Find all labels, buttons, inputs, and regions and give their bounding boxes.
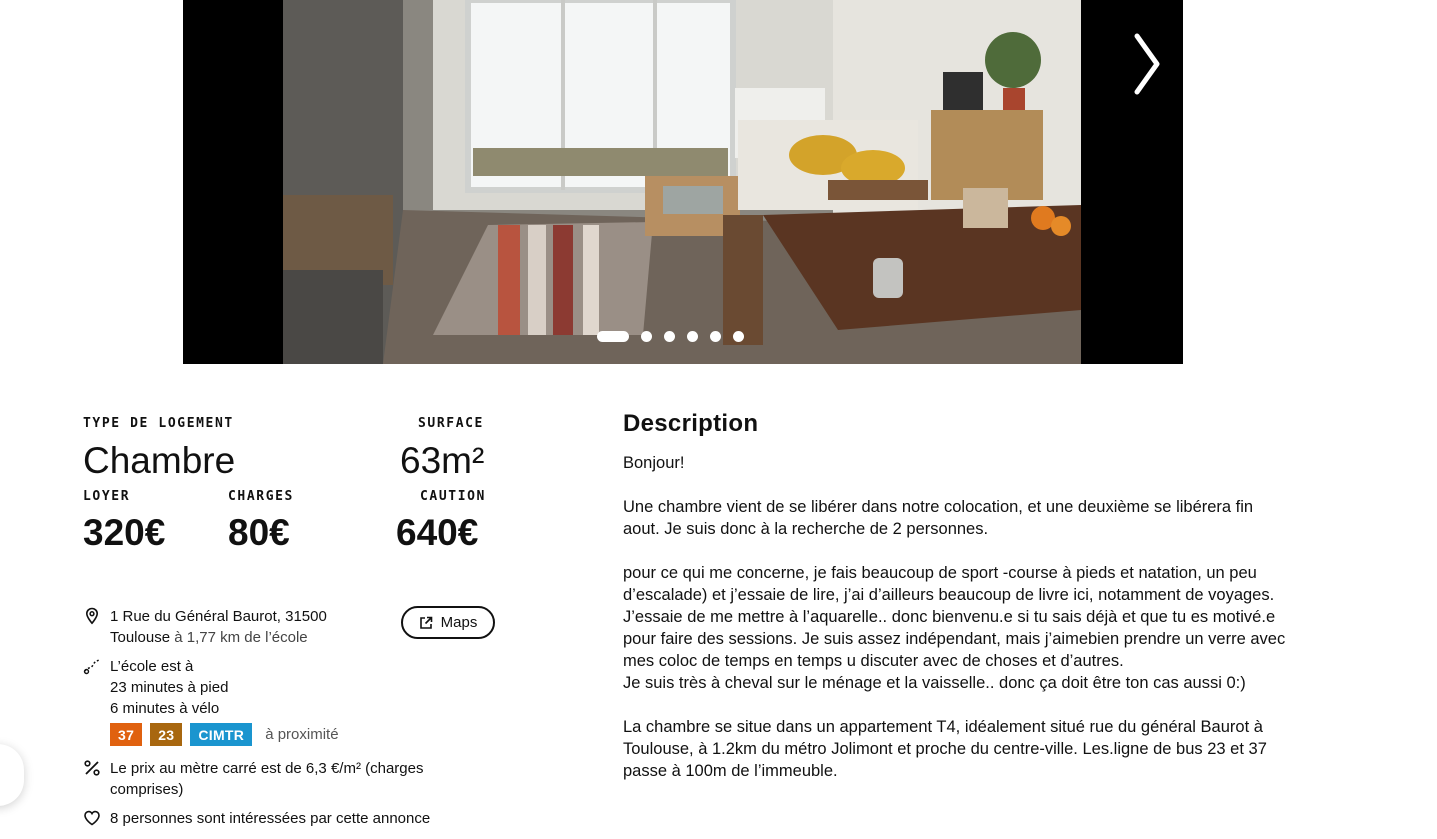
map-pin-icon [85,607,99,625]
interested-text: 8 personnes sont intéressées par cette a… [110,810,431,827]
line-badge-cimtr: CIMTR [190,723,253,746]
commute-bike: 6 minutes à vélo [110,700,220,717]
carousel-dot[interactable] [664,331,675,342]
address-row: 1 Rue du Général Baurot, 31500 Toulouse … [83,606,383,648]
address-city: Toulouse [110,629,171,646]
transit-lines: 37 23 CIMTR à proximité [110,723,339,746]
carousel-dot[interactable] [641,331,652,342]
line-badge-37: 37 [110,723,143,746]
carousel-dot[interactable] [733,331,744,342]
maps-button-label: Maps [440,614,478,631]
deposit-label: CAUTION [420,489,486,504]
walk-route-icon [83,659,100,675]
line-badge-23: 23 [150,723,183,746]
address-text: 1 Rue du Général Baurot, 31500 Toulouse … [110,606,327,648]
description-body: Bonjour! Une chambre vient de se libérer… [623,454,1286,780]
surface-value: 63m² [400,440,485,481]
percent-icon [84,760,100,776]
carousel-dot-active[interactable] [597,331,629,342]
carousel-dot[interactable] [687,331,698,342]
address-line1: 1 Rue du Général Baurot, 31500 [110,608,327,625]
heart-icon [84,810,100,826]
carousel-dot[interactable] [710,331,721,342]
charges-value: 80€ [228,512,290,553]
description-title: Description [623,410,759,437]
type-label: TYPE DE LOGEMENT [83,416,234,431]
rent-value: 320€ [83,512,166,553]
price-per-m2-text: Le prix au mètre carré est de 6,3 €/m² (… [110,760,424,798]
commute-intro: L’école est à [110,658,194,675]
price-per-m2-row: Le prix au mètre carré est de 6,3 €/m² (… [83,758,503,800]
surface-label: SURFACE [418,416,484,431]
external-link-icon [419,616,432,629]
listing-photo [283,0,1081,364]
rent-label: LOYER [83,489,131,504]
nearby-label: à proximité [265,726,339,743]
photo-carousel[interactable] [183,0,1183,364]
chevron-right-icon[interactable] [1129,28,1165,100]
distance-to-school: à 1,77 km de l’école [174,629,308,646]
commute-walk: 23 minutes à pied [110,679,229,696]
side-floating-button[interactable] [0,744,24,806]
commute-row: L’école est à 23 minutes à pied 6 minute… [83,656,228,719]
interested-row: 8 personnes sont intéressées par cette a… [83,808,523,829]
charges-label: CHARGES [228,489,294,504]
deposit-value: 640€ [396,512,479,553]
type-value: Chambre [83,440,236,481]
carousel-indicators [597,331,744,342]
commute-text: L’école est à 23 minutes à pied 6 minute… [110,656,228,719]
maps-button[interactable]: Maps [401,606,495,639]
